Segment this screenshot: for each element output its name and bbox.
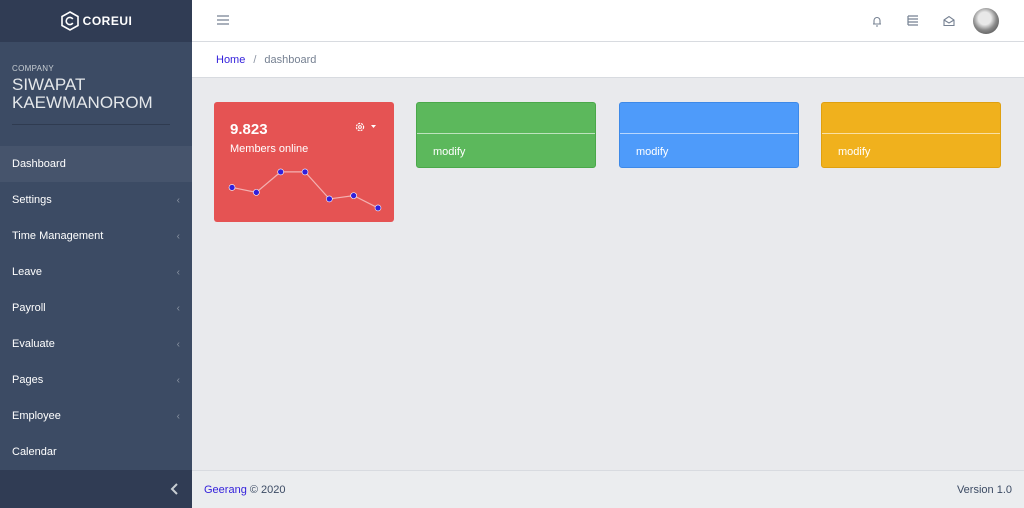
footer-brand-link[interactable]: Geerang [204, 484, 247, 496]
members-online-sparkline [228, 168, 382, 212]
sidebar-item-label: Dashboard [12, 158, 66, 170]
header [192, 0, 1024, 42]
menu-icon[interactable] [216, 13, 230, 27]
sidebar-item-dashboard[interactable]: Dashboard [0, 146, 192, 182]
sidebar-item-leave[interactable]: Leave ‹ [0, 254, 192, 290]
company-name: SIWAPAT KAEWMANOROM [12, 75, 153, 112]
sidebar-item-label: Payroll [12, 302, 46, 314]
chevron-left-icon: ‹ [176, 230, 180, 242]
sidebar-item-label: Evaluate [12, 338, 55, 350]
footer-copyright: © 2020 [249, 483, 286, 496]
sparkline-series-line [231, 171, 379, 209]
sparkline-point-0[interactable] [228, 184, 236, 191]
sidebar-item-label: Time Management [12, 230, 104, 242]
chevron-left-icon: ‹ [176, 266, 180, 278]
sidebar: COREUI COMPANY SIWAPAT KAEWMANOROM Dashb… [0, 0, 192, 508]
chevron-left-icon: ‹ [176, 338, 180, 350]
company-caption: COMPANY [12, 64, 54, 73]
green-card-modify-link[interactable]: modify [433, 146, 465, 158]
settings-dropdown[interactable] [354, 120, 378, 134]
sparkline-point-5[interactable] [350, 192, 357, 199]
breadcrumb-separator: / [253, 53, 257, 66]
gear-icon [355, 122, 365, 132]
sparkline-point-4[interactable] [326, 195, 333, 203]
members-online-card: 9.823 Members online [214, 102, 394, 222]
footer-left: Geerang © 2020 [204, 484, 286, 496]
yellow-card: modify [821, 102, 1001, 168]
blue-card-modify-link[interactable]: modify [636, 146, 668, 158]
breadcrumb-current: dashboard [264, 53, 317, 66]
footer-version: Version 1.0 [956, 483, 1012, 496]
chevron-left-icon: ‹ [176, 302, 180, 314]
sidebar-item-label: Calendar [12, 446, 57, 458]
chevron-left-icon: ‹ [176, 194, 180, 206]
card-divider [620, 133, 798, 134]
sidebar-item-employee[interactable]: Employee ‹ [0, 398, 192, 434]
chevron-left-icon: ‹ [176, 374, 180, 386]
brand[interactable]: COREUI [0, 0, 192, 42]
company-block: COMPANY SIWAPAT KAEWMANOROM [0, 42, 192, 146]
company-divider [12, 124, 170, 125]
members-online-value: 9.823 [230, 121, 268, 138]
yellow-card-modify-link[interactable]: modify [838, 146, 870, 158]
members-online-label: Members online [230, 143, 309, 155]
sidebar-item-label: Employee [12, 410, 61, 422]
sidebar-item-label: Pages [12, 374, 44, 386]
sparkline-point-3[interactable] [301, 168, 309, 176]
sidebar-item-label: Settings [12, 194, 52, 206]
sidebar-item-payroll[interactable]: Payroll ‹ [0, 290, 192, 326]
sparkline-point-2[interactable] [277, 168, 284, 176]
breadcrumb-home[interactable]: Home [216, 54, 245, 66]
sparkline-point-1[interactable] [253, 189, 260, 196]
green-card: modify [416, 102, 596, 168]
card-divider [417, 133, 595, 134]
envelope-icon[interactable] [942, 14, 956, 28]
sidebar-nav: Dashboard Settings ‹ Time Management ‹ Leave ‹… [0, 146, 192, 470]
sidebar-item-settings[interactable]: Settings ‹ [0, 182, 192, 218]
sidebar-item-label: Leave [12, 266, 42, 278]
chevron-left-icon: ‹ [176, 410, 180, 422]
coreui-logo-icon [60, 11, 79, 31]
sidebar-item-pages[interactable]: Pages ‹ [0, 362, 192, 398]
avatar[interactable] [973, 8, 999, 34]
breadcrumb: Home / dashboard [192, 42, 1024, 78]
sidebar-minimizer[interactable] [0, 470, 192, 508]
blue-card: modify [619, 102, 799, 168]
sparkline-point-6[interactable] [374, 204, 382, 212]
footer: Geerang © 2020 Version 1.0 [192, 470, 1024, 508]
sidebar-item-evaluate[interactable]: Evaluate ‹ [0, 326, 192, 362]
chevron-left-icon [170, 483, 178, 495]
caret-down-icon [371, 125, 376, 128]
list-icon[interactable] [906, 14, 920, 28]
bell-icon[interactable] [870, 14, 884, 28]
card-divider [822, 133, 1000, 134]
sidebar-item-calendar[interactable]: Calendar [0, 434, 192, 470]
brand-name: COREUI [82, 14, 133, 28]
sidebar-item-time-management[interactable]: Time Management ‹ [0, 218, 192, 254]
